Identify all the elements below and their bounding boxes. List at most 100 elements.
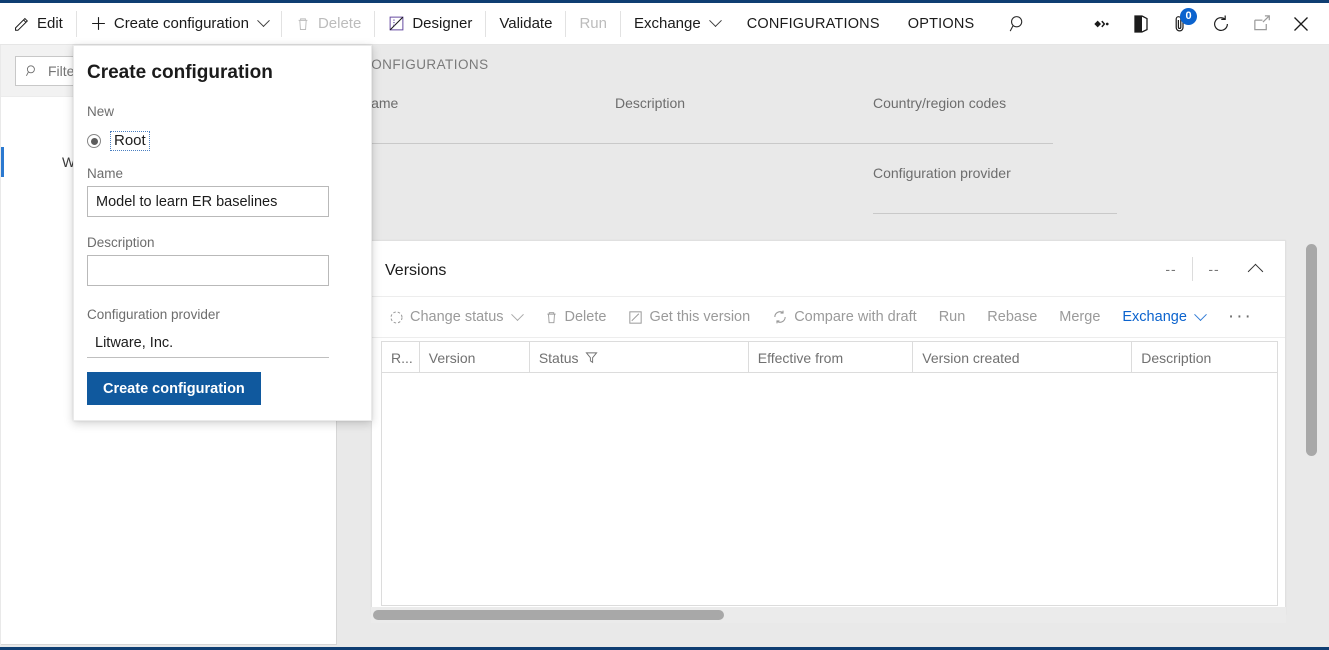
search-icon: [1008, 14, 1028, 34]
field-configuration-provider-input[interactable]: [873, 213, 1117, 214]
plus-icon: [90, 15, 107, 32]
versions-rebase-button[interactable]: Rebase: [976, 297, 1048, 338]
versions-merge-label: Merge: [1059, 309, 1100, 325]
versions-compare-with-draft-button[interactable]: Compare with draft: [761, 297, 928, 338]
delete-label: Delete: [318, 15, 361, 32]
column-header-version-label: Version: [429, 350, 476, 366]
command-bar: Edit Create configuration Delete Designe: [0, 3, 1329, 45]
radio-root-label: Root: [110, 131, 150, 151]
column-header-r-label: R...: [391, 350, 413, 366]
horizontal-scrollbar-track[interactable]: [371, 607, 1286, 623]
vertical-scrollbar-thumb[interactable]: [1306, 244, 1317, 456]
versions-grid-header: R... Version Status Effective fro: [382, 342, 1277, 373]
versions-grid-body: [382, 373, 1277, 606]
column-header-version-created-label: Version created: [922, 350, 1019, 366]
versions-collapse-button[interactable]: [1235, 262, 1275, 277]
trash-icon: [295, 16, 311, 32]
status-circle-icon: [389, 310, 404, 325]
dialog-create-configuration-button[interactable]: Create configuration: [87, 372, 261, 405]
office-book-icon: [1133, 14, 1149, 34]
column-header-status[interactable]: Status: [530, 342, 749, 373]
column-header-effective-from-label: Effective from: [758, 350, 843, 366]
filter-icon: [585, 351, 598, 364]
versions-stat-left: --: [1150, 261, 1192, 277]
detail-region: CONFIGURATIONS Name Description Country/…: [337, 45, 1329, 647]
refresh-icon: [1211, 14, 1231, 34]
edit-button[interactable]: Edit: [0, 3, 76, 45]
field-name: Name: [361, 95, 625, 144]
edit-label: Edit: [37, 15, 63, 32]
versions-overflow-button[interactable]: ···: [1216, 310, 1265, 324]
popout-button[interactable]: [1241, 3, 1281, 45]
column-header-effective-from[interactable]: Effective from: [749, 342, 914, 373]
create-configuration-button[interactable]: Create configuration: [77, 3, 281, 45]
dialog-provider-input[interactable]: [87, 329, 329, 358]
exchange-label: Exchange: [634, 15, 701, 32]
search-button[interactable]: [998, 3, 1038, 45]
attachment-button[interactable]: 0: [1161, 3, 1201, 45]
column-header-status-label: Status: [539, 350, 579, 366]
trash-icon: [544, 310, 559, 325]
tab-configurations[interactable]: CONFIGURATIONS: [733, 3, 894, 45]
chevron-down-icon: [1194, 308, 1207, 321]
chevron-down-icon: [709, 14, 722, 27]
versions-compare-with-draft-label: Compare with draft: [794, 309, 917, 325]
validate-button[interactable]: Validate: [486, 3, 565, 45]
column-header-description[interactable]: Description: [1132, 342, 1277, 373]
radio-root[interactable]: Root: [87, 131, 150, 151]
close-button[interactable]: [1281, 3, 1321, 45]
create-configuration-label: Create configuration: [114, 15, 249, 32]
versions-get-this-version-button[interactable]: Get this version: [617, 297, 761, 338]
detail-header: CONFIGURATIONS: [361, 57, 489, 72]
column-header-version[interactable]: Version: [420, 342, 530, 373]
horizontal-scrollbar-thumb[interactable]: [373, 610, 724, 620]
versions-change-status-button[interactable]: Change status: [378, 297, 533, 338]
versions-delete-button[interactable]: Delete: [533, 297, 618, 338]
dialog-title: Create configuration: [87, 62, 273, 84]
chevron-down-icon: [511, 308, 524, 321]
detail-fields: Name Description Country/region codes Co…: [337, 87, 1329, 229]
field-country-region-codes-label: Country/region codes: [873, 95, 1053, 111]
versions-stat-right: --: [1193, 261, 1235, 277]
validate-label: Validate: [499, 15, 552, 32]
column-header-r[interactable]: R...: [382, 342, 420, 373]
field-configuration-provider: Configuration provider: [873, 165, 1117, 214]
versions-run-button[interactable]: Run: [928, 297, 977, 338]
field-description-label: Description: [615, 95, 879, 111]
pencil-icon: [13, 15, 30, 32]
refresh-button[interactable]: [1201, 3, 1241, 45]
tab-options-label: OPTIONS: [908, 16, 975, 32]
app-window: Edit Create configuration Delete Designe: [0, 0, 1329, 650]
attachment-badge: 0: [1180, 8, 1197, 25]
versions-exchange-label: Exchange: [1122, 309, 1187, 325]
versions-rebase-label: Rebase: [987, 309, 1037, 325]
tab-configurations-label: CONFIGURATIONS: [747, 16, 880, 32]
radio-root-icon: [87, 134, 101, 148]
exchange-button[interactable]: Exchange: [621, 3, 733, 45]
tab-options[interactable]: OPTIONS: [894, 3, 989, 45]
versions-merge-button[interactable]: Merge: [1048, 297, 1111, 338]
diamond-button[interactable]: [1081, 3, 1121, 45]
versions-run-label: Run: [939, 309, 966, 325]
field-country-region-codes: Country/region codes: [873, 95, 1053, 144]
office-book-button[interactable]: [1121, 3, 1161, 45]
field-description: Description: [615, 95, 879, 144]
vertical-scrollbar-track[interactable]: [1301, 240, 1323, 615]
versions-header: Versions -- --: [372, 241, 1285, 297]
chevron-up-icon: [1247, 263, 1263, 279]
dialog-name-label: Name: [87, 166, 123, 181]
field-name-input[interactable]: [361, 143, 625, 144]
field-country-region-codes-input[interactable]: [873, 143, 1053, 144]
dialog-description-label: Description: [87, 235, 155, 250]
dialog-name-input[interactable]: [87, 186, 329, 217]
versions-toolbar: Change status Delete G: [372, 297, 1285, 338]
versions-exchange-button[interactable]: Exchange: [1111, 297, 1216, 338]
dialog-description-input[interactable]: [87, 255, 329, 286]
designer-icon: [388, 15, 405, 32]
designer-button[interactable]: Designer: [375, 3, 485, 45]
field-description-input[interactable]: [615, 143, 879, 144]
field-name-label: Name: [361, 95, 625, 111]
column-header-version-created[interactable]: Version created: [913, 342, 1132, 373]
versions-card: Versions -- -- Ch: [371, 240, 1286, 615]
versions-grid: R... Version Status Effective fro: [381, 341, 1278, 606]
